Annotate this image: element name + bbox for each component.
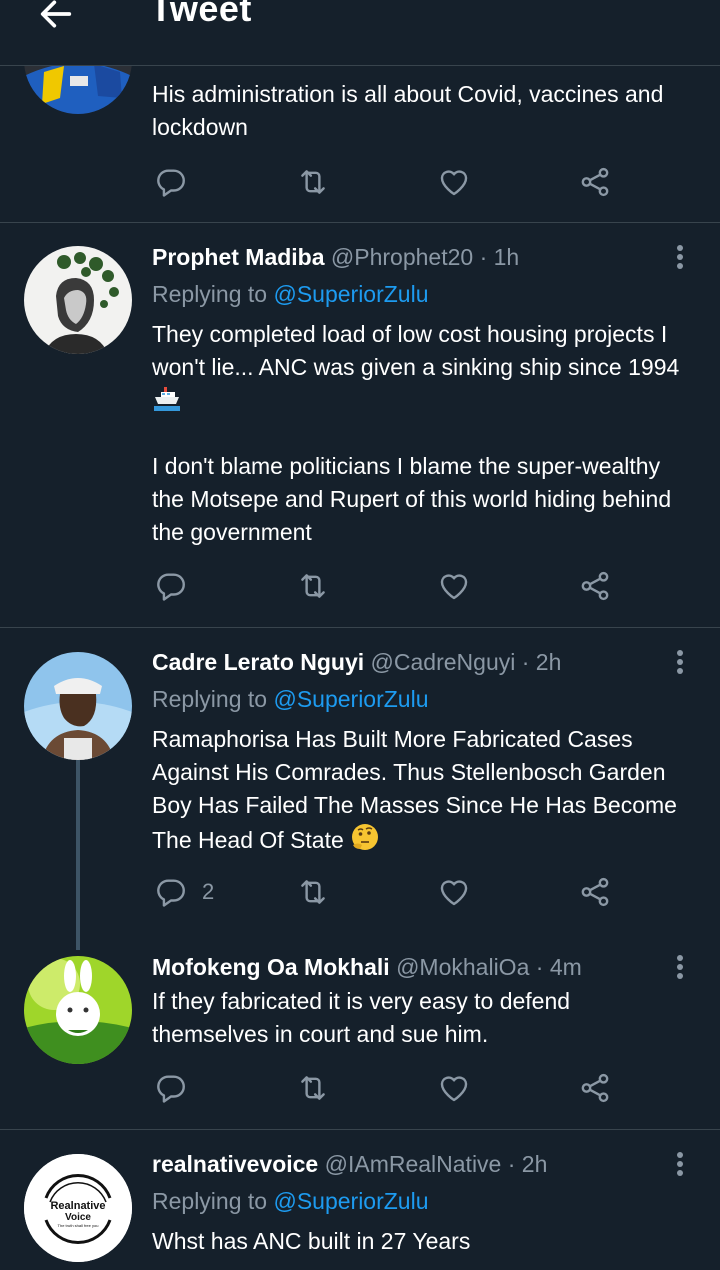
replying-to-link[interactable]: @SuperiorZulu <box>273 686 428 712</box>
like-button[interactable] <box>437 162 471 202</box>
tweet-text-paragraph: I don't blame politicians I blame the su… <box>152 453 672 545</box>
like-button[interactable] <box>437 872 471 912</box>
reply-button[interactable]: 2 <box>154 872 214 912</box>
avatar[interactable]: Realnative Voice The truth shall free yo… <box>24 1154 132 1262</box>
share-icon <box>578 1071 612 1105</box>
tweet-header: Prophet Madiba @Phrophet20 · 1h <box>152 241 519 273</box>
avatar-logo-text: Voice <box>65 1212 91 1223</box>
retweet-button[interactable] <box>296 1068 330 1108</box>
back-button[interactable] <box>34 0 78 36</box>
reply-icon <box>154 569 188 603</box>
retweet-icon <box>296 875 330 909</box>
retweet-button[interactable] <box>296 566 330 606</box>
display-name[interactable]: realnativevoice <box>152 1151 318 1177</box>
avatar-logo-tagline: The truth shall free you <box>58 1223 99 1228</box>
timestamp: · 4m <box>535 954 582 980</box>
reply-button[interactable] <box>154 162 188 202</box>
heart-icon <box>437 875 471 909</box>
tweet-text: His administration is all about Covid, v… <box>152 81 664 140</box>
replying-to-label: Replying to <box>152 281 268 307</box>
display-name[interactable]: Mofokeng Oa Mokhali <box>152 954 390 980</box>
avatar[interactable] <box>24 246 132 354</box>
tweet-header: Cadre Lerato Nguyi @CadreNguyi · 2h <box>152 646 561 678</box>
tweet-header: Mofokeng Oa Mokhali @MokhaliOa · 4m <box>152 951 582 983</box>
like-button[interactable] <box>437 1068 471 1108</box>
page-title: Tweet <box>150 0 252 29</box>
username[interactable]: @IAmRealNative <box>325 1151 502 1177</box>
retweet-icon <box>296 165 330 199</box>
heart-icon <box>437 569 471 603</box>
timestamp: · 2h <box>507 1151 548 1177</box>
display-name[interactable]: Prophet Madiba <box>152 244 325 270</box>
reply-icon <box>154 1071 188 1105</box>
tweet-actions <box>152 1068 622 1108</box>
more-options-button[interactable] <box>668 1149 692 1179</box>
share-button[interactable] <box>578 162 612 202</box>
tweet-actions: 2 <box>152 872 622 912</box>
username[interactable]: @CadreNguyi <box>371 649 516 675</box>
replying-to: Replying to @SuperiorZulu <box>152 683 429 715</box>
replying-to: Replying to @SuperiorZulu <box>152 1185 429 1217</box>
share-button[interactable] <box>578 566 612 606</box>
heart-icon <box>437 165 471 199</box>
reply-button[interactable] <box>154 566 188 606</box>
replying-to-label: Replying to <box>152 1188 268 1214</box>
avatar-image <box>24 246 132 354</box>
avatar-image <box>24 652 132 760</box>
thread-line <box>76 760 80 950</box>
retweet-icon <box>296 1071 330 1105</box>
tweet-text-content: Ramaphorisa Has Built More Fabricated Ca… <box>152 726 677 853</box>
tweet-text: Whst has ANC built in 27 Years <box>152 1228 471 1254</box>
timestamp: · 1h <box>479 244 520 270</box>
tweet-text: If they fabricated it is very easy to de… <box>152 988 571 1047</box>
share-icon <box>578 875 612 909</box>
display-name[interactable]: Cadre Lerato Nguyi <box>152 649 364 675</box>
more-options-button[interactable] <box>668 647 692 677</box>
divider <box>0 222 720 223</box>
avatar-logo-text: Realnative <box>50 1200 105 1212</box>
share-button[interactable] <box>578 1068 612 1108</box>
thinking-face-emoji-icon <box>352 824 379 850</box>
divider <box>0 1129 720 1130</box>
divider <box>0 627 720 628</box>
username[interactable]: @MokhaliOa <box>396 954 529 980</box>
timestamp: · 2h <box>521 649 562 675</box>
username[interactable]: @Phrophet20 <box>331 244 473 270</box>
reply-icon <box>154 165 188 199</box>
reply-count: 2 <box>202 879 215 904</box>
avatar-image <box>24 956 132 1064</box>
ship-emoji-icon <box>154 387 180 411</box>
reply-icon <box>154 875 188 909</box>
retweet-button[interactable] <box>296 162 330 202</box>
retweet-button[interactable] <box>296 872 330 912</box>
share-button[interactable] <box>578 872 612 912</box>
arrow-left-icon <box>40 0 72 28</box>
tweet-actions <box>152 162 622 202</box>
heart-icon <box>437 1071 471 1105</box>
tweet-header: realnativevoice @IAmRealNative · 2h <box>152 1148 547 1180</box>
retweet-icon <box>296 569 330 603</box>
avatar[interactable] <box>24 956 132 1064</box>
more-options-button[interactable] <box>668 952 692 982</box>
replying-to-link[interactable]: @SuperiorZulu <box>273 281 428 307</box>
tweet-actions <box>152 566 622 606</box>
tweet-text: Ramaphorisa Has Built More Fabricated Ca… <box>152 723 692 857</box>
share-icon <box>578 569 612 603</box>
reply-button[interactable] <box>154 1068 188 1108</box>
more-options-button[interactable] <box>668 242 692 272</box>
avatar[interactable] <box>24 652 132 760</box>
top-app-bar: Tweet <box>0 0 720 66</box>
like-button[interactable] <box>437 566 471 606</box>
tweet-text: They completed load of low cost housing … <box>152 318 692 549</box>
replying-to-link[interactable]: @SuperiorZulu <box>273 1188 428 1214</box>
replying-to-label: Replying to <box>152 686 268 712</box>
tweet-text-paragraph: They completed load of low cost housing … <box>152 321 680 380</box>
avatar-logo-image: Realnative Voice The truth shall free yo… <box>24 1154 132 1262</box>
replying-to: Replying to @SuperiorZulu <box>152 278 429 310</box>
share-icon <box>578 165 612 199</box>
